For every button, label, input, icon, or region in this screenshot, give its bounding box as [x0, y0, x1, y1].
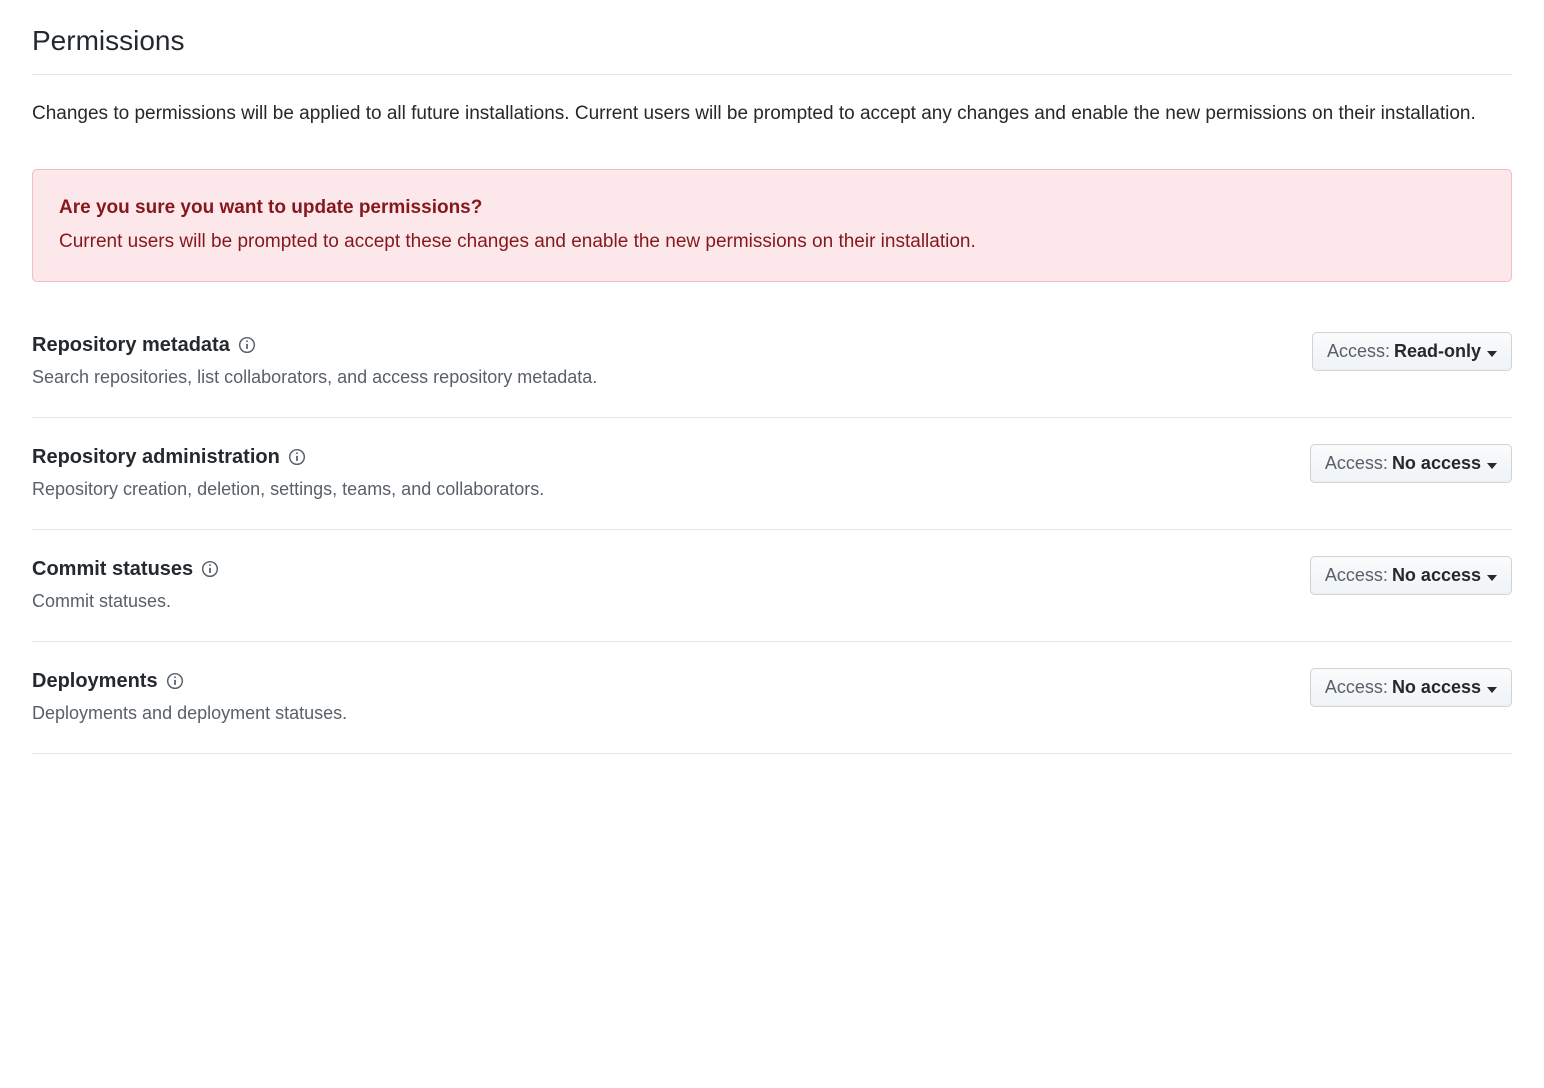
permission-info: Repository metadata Search repositories,…	[32, 330, 1312, 391]
access-value: No access	[1392, 565, 1481, 586]
permission-name-line: Repository metadata	[32, 330, 1292, 360]
permissions-description: Changes to permissions will be applied t…	[32, 99, 1512, 129]
access-dropdown-repository-administration[interactable]: Access: No access	[1310, 444, 1512, 483]
permission-info: Deployments Deployments and deployment s…	[32, 666, 1310, 727]
permission-row-repository-metadata: Repository metadata Search repositories,…	[32, 330, 1512, 418]
permission-name: Commit statuses	[32, 554, 193, 584]
info-icon[interactable]	[238, 336, 256, 354]
caret-down-icon	[1487, 677, 1497, 698]
access-value: Read-only	[1394, 341, 1481, 362]
access-value: No access	[1392, 677, 1481, 698]
info-icon[interactable]	[201, 560, 219, 578]
permission-row-deployments: Deployments Deployments and deployment s…	[32, 642, 1512, 754]
permission-list: Repository metadata Search repositories,…	[32, 330, 1512, 754]
access-label: Access:	[1325, 565, 1388, 586]
permission-description: Repository creation, deletion, settings,…	[32, 476, 1290, 503]
flash-title: Are you sure you want to update permissi…	[59, 194, 1485, 223]
permission-row-commit-statuses: Commit statuses Commit statuses. Access:…	[32, 530, 1512, 642]
access-label: Access:	[1327, 341, 1390, 362]
permission-description: Deployments and deployment statuses.	[32, 700, 1290, 727]
permission-name-line: Repository administration	[32, 442, 1290, 472]
permission-description: Commit statuses.	[32, 588, 1290, 615]
caret-down-icon	[1487, 341, 1497, 362]
access-label: Access:	[1325, 677, 1388, 698]
caret-down-icon	[1487, 453, 1497, 474]
access-label: Access:	[1325, 453, 1388, 474]
permission-info: Repository administration Repository cre…	[32, 442, 1310, 503]
permission-row-repository-administration: Repository administration Repository cre…	[32, 418, 1512, 530]
page-title: Permissions	[32, 20, 1512, 75]
access-dropdown-commit-statuses[interactable]: Access: No access	[1310, 556, 1512, 595]
access-dropdown-deployments[interactable]: Access: No access	[1310, 668, 1512, 707]
permission-info: Commit statuses Commit statuses.	[32, 554, 1310, 615]
permission-description: Search repositories, list collaborators,…	[32, 364, 1292, 391]
info-icon[interactable]	[288, 448, 306, 466]
flash-warning: Are you sure you want to update permissi…	[32, 169, 1512, 282]
access-dropdown-repository-metadata[interactable]: Access: Read-only	[1312, 332, 1512, 371]
info-icon[interactable]	[166, 672, 184, 690]
access-value: No access	[1392, 453, 1481, 474]
caret-down-icon	[1487, 565, 1497, 586]
permission-name: Deployments	[32, 666, 158, 696]
flash-body: Current users will be prompted to accept…	[59, 227, 1485, 257]
permission-name-line: Deployments	[32, 666, 1290, 696]
permission-name: Repository metadata	[32, 330, 230, 360]
permission-name-line: Commit statuses	[32, 554, 1290, 584]
permission-name: Repository administration	[32, 442, 280, 472]
